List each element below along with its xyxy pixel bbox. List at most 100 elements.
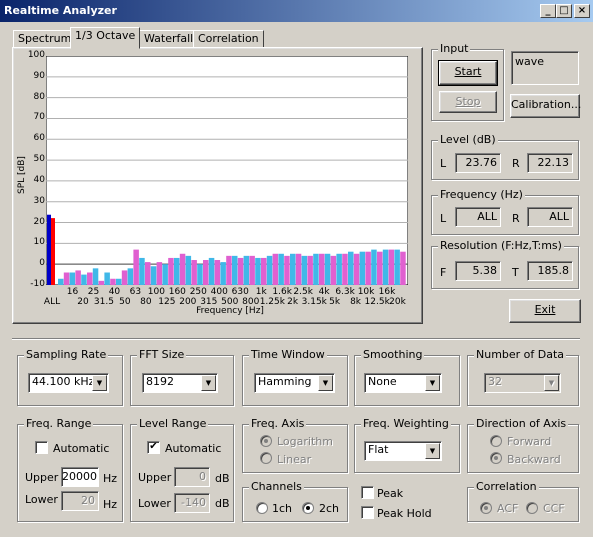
band-bar <box>301 255 308 285</box>
band-bar <box>313 253 319 285</box>
freq-range-lower-input[interactable]: 20 <box>61 491 99 511</box>
level-range-label: Level Range <box>137 417 209 430</box>
band-bar <box>145 262 151 285</box>
tab-waterfall[interactable]: Waterfall <box>139 30 199 48</box>
level-l-value: 23.76 <box>455 153 501 173</box>
plot-background <box>46 56 408 285</box>
y-tick-label: 60 <box>33 133 45 144</box>
direction-forward-radio[interactable] <box>490 435 502 447</box>
level-range-automatic-checkbox[interactable]: ✔ <box>147 441 160 454</box>
chevron-down-icon[interactable]: ▼ <box>92 375 107 391</box>
y-tick-label: 90 <box>33 70 45 81</box>
input-source-value: wave <box>515 55 545 68</box>
calibration-button[interactable]: Calibration... <box>510 94 581 118</box>
band-bar <box>336 253 342 285</box>
minimize-button[interactable]: _ <box>540 4 556 18</box>
chevron-down-icon[interactable]: ▼ <box>544 375 559 391</box>
tab-correlation[interactable]: Correlation <box>193 30 264 48</box>
frequency-l-value: ALL <box>455 207 501 227</box>
chart-plot-area <box>46 56 408 285</box>
freq-axis-linear-label: Linear <box>277 453 312 466</box>
direction-backward-radio[interactable] <box>490 452 502 464</box>
band-bar <box>203 260 209 285</box>
correlation-acf-radio[interactable] <box>480 502 492 514</box>
number-of-data-value: 32 <box>488 375 502 388</box>
correlation-ccf-radio[interactable] <box>526 502 538 514</box>
freq-range-upper-label: Upper <box>25 471 59 484</box>
peak-hold-label: Peak Hold <box>377 507 432 520</box>
chevron-down-icon[interactable]: ▼ <box>201 375 216 391</box>
sampling-rate-label: Sampling Rate <box>24 348 109 361</box>
band-bar <box>290 253 296 285</box>
freq-range-label: Freq. Range <box>24 417 94 430</box>
chevron-down-icon[interactable]: ▼ <box>425 375 440 391</box>
level-range-upper-label: Upper <box>138 471 172 484</box>
band-bar <box>261 257 267 285</box>
channels-1ch-radio[interactable] <box>256 502 268 514</box>
x-axis-label: Frequency [Hz] <box>196 306 264 316</box>
tab-spectrum[interactable]: Spectrum <box>13 30 77 48</box>
correlation-acf-label: ACF <box>497 502 519 515</box>
start-button[interactable]: Start <box>438 60 498 86</box>
freq-axis-logarithm-radio[interactable] <box>260 435 272 447</box>
channels-2ch-radio[interactable] <box>302 502 314 514</box>
y-tick-label: -10 <box>30 279 45 289</box>
band-bar <box>174 257 180 285</box>
band-bar <box>365 251 371 285</box>
band-bar <box>69 272 76 285</box>
freq-range-automatic-label: Automatic <box>53 442 110 455</box>
exit-button[interactable]: Exit <box>509 299 581 323</box>
band-bar <box>307 255 313 285</box>
bar-all-left <box>47 214 51 285</box>
level-range-upper-unit: dB <box>215 472 230 485</box>
level-group-label: Level (dB) <box>438 133 498 146</box>
sampling-rate-value: 44.100 kHz <box>32 375 95 388</box>
peak-checkbox[interactable] <box>361 486 374 499</box>
level-range-upper-input[interactable]: 0 <box>174 467 210 487</box>
number-of-data-select[interactable]: 32 ▼ <box>484 373 561 393</box>
sampling-rate-select[interactable]: 44.100 kHz ▼ <box>28 373 109 393</box>
band-bar <box>104 272 110 285</box>
freq-weighting-select[interactable]: Flat ▼ <box>364 441 442 461</box>
band-bar <box>295 253 302 285</box>
band-bar <box>139 257 145 285</box>
maximize-button[interactable]: □ <box>556 4 572 18</box>
resolution-f-value: 5.38 <box>455 261 501 281</box>
freq-range-upper-input[interactable]: 20000 <box>61 467 99 487</box>
close-button[interactable]: × <box>574 4 590 18</box>
fft-size-label: FFT Size <box>137 348 187 361</box>
separator <box>12 338 580 340</box>
freq-axis-linear-radio[interactable] <box>260 452 272 464</box>
band-bar <box>98 280 105 285</box>
band-bar <box>353 253 360 285</box>
fft-size-select[interactable]: 8192 ▼ <box>142 373 218 393</box>
band-bar <box>324 253 331 285</box>
band-bar <box>110 278 116 285</box>
level-range-automatic-label: Automatic <box>165 442 222 455</box>
correlation-ccf-label: CCF <box>543 502 565 515</box>
direction-backward-label: Backward <box>507 453 561 466</box>
band-bar <box>208 257 215 285</box>
level-range-lower-label: Lower <box>138 497 171 510</box>
tab-third-octave[interactable]: 1/3 Octave <box>70 27 141 49</box>
freq-weighting-label: Freq. Weighting <box>361 417 451 430</box>
freq-range-automatic-checkbox[interactable] <box>35 441 48 454</box>
y-tick-label: 80 <box>33 91 45 102</box>
band-bar <box>255 257 261 285</box>
band-bar <box>162 264 168 285</box>
chevron-down-icon[interactable]: ▼ <box>318 375 333 391</box>
peak-hold-checkbox[interactable] <box>361 506 374 519</box>
y-tick-label: 100 <box>27 50 45 60</box>
band-bar <box>150 266 157 285</box>
band-bar <box>197 264 203 285</box>
direction-forward-label: Forward <box>507 435 552 448</box>
window-title: Realtime Analyzer <box>4 4 117 17</box>
band-bar <box>278 253 284 285</box>
start-label: Start <box>454 65 482 78</box>
level-range-lower-input[interactable]: -140 <box>174 493 210 513</box>
chevron-down-icon[interactable]: ▼ <box>425 443 440 459</box>
smoothing-select[interactable]: None ▼ <box>364 373 442 393</box>
smoothing-value: None <box>368 375 397 388</box>
time-window-select[interactable]: Hamming ▼ <box>254 373 335 393</box>
stop-button[interactable]: Stop <box>439 91 497 113</box>
